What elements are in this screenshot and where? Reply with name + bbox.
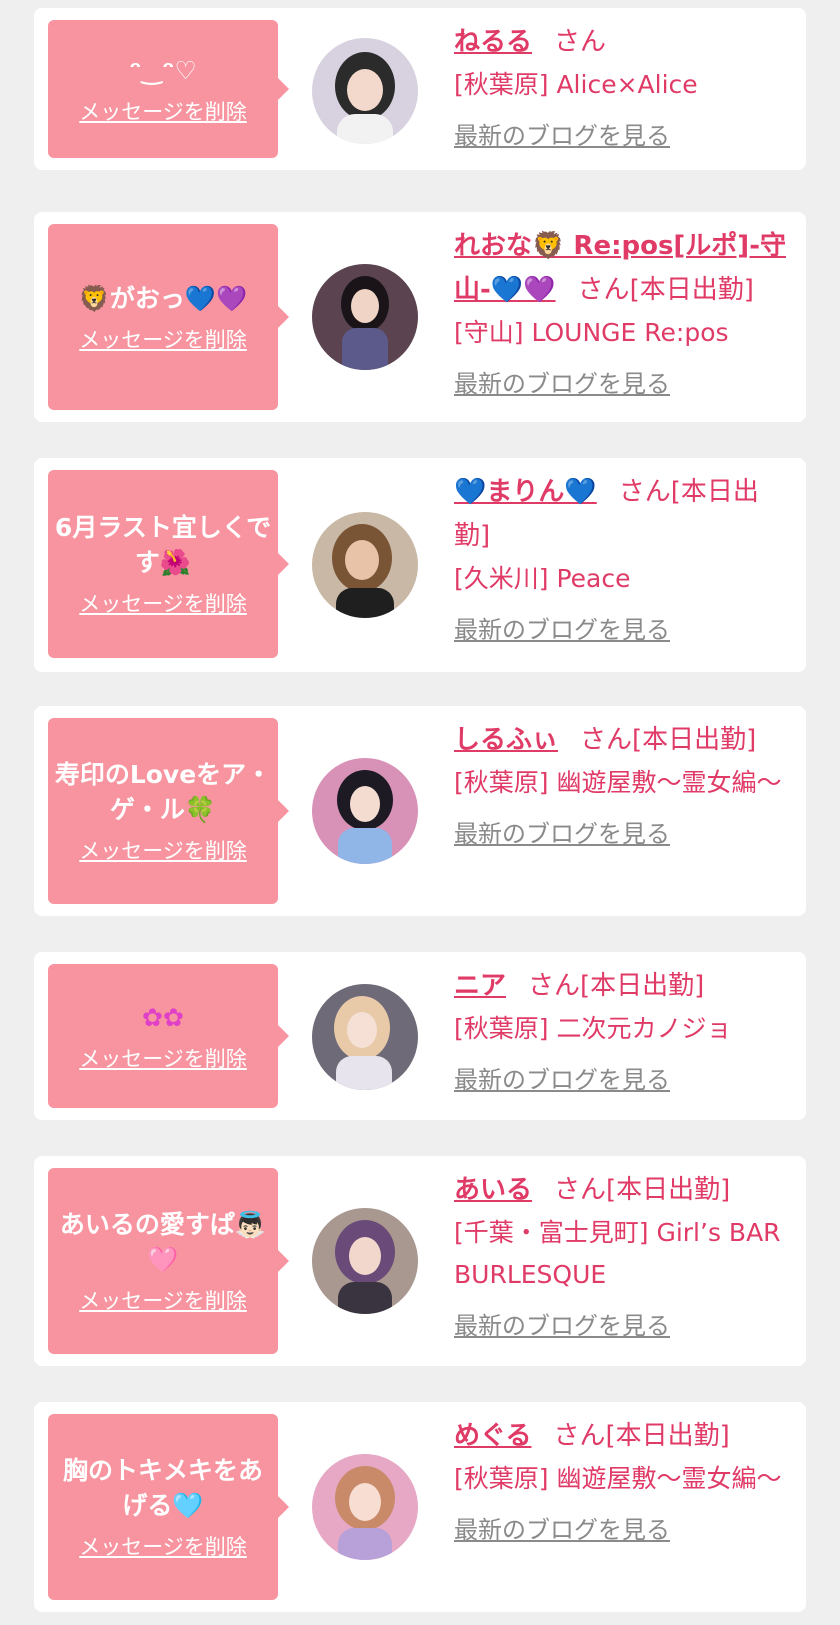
message-card: 6月ラスト宜しくです🌺 メッセージを削除 💙まりん💙 さん[本日出勤] [久米川]…: [34, 458, 806, 672]
delete-message-link[interactable]: メッセージを削除: [79, 835, 247, 865]
message-text: 6月ラスト宜しくです🌺: [54, 513, 272, 577]
message-text: ✿✿: [142, 1002, 184, 1032]
cast-name-link[interactable]: ねるる: [454, 27, 532, 57]
cast-name-link[interactable]: 💙まりん💙: [454, 477, 597, 507]
view-blog-link[interactable]: 最新のブログを見る: [454, 1060, 794, 1100]
cast-info: れおな🦁 Re:pos[ルポ]-守山-💙💜 さん[本日出勤] [守山] LOUNG…: [454, 224, 794, 404]
message-card: 🦁がおっ💙💜 メッセージを削除 れおな🦁 Re:pos[ルポ]-守山-💙💜 さん[…: [34, 212, 806, 422]
avatar[interactable]: [312, 758, 418, 864]
view-blog-link[interactable]: 最新のブログを見る: [454, 610, 794, 650]
honorific: さん: [554, 27, 607, 57]
shop-name: [久米川] Peace: [454, 564, 631, 593]
status-badge: [本日出勤]: [629, 275, 754, 305]
cast-name-link[interactable]: めぐる: [454, 1421, 531, 1451]
message-bubble: ✿✿ メッセージを削除: [48, 964, 289, 1108]
honorific: さん: [528, 971, 581, 1001]
delete-message-link[interactable]: メッセージを削除: [79, 1043, 247, 1073]
honorific: さん: [580, 725, 633, 755]
avatar[interactable]: [312, 512, 418, 618]
view-blog-link[interactable]: 最新のブログを見る: [454, 116, 794, 156]
avatar[interactable]: [312, 984, 418, 1090]
delete-message-link[interactable]: メッセージを削除: [79, 1531, 247, 1561]
message-bubble: あいるの愛すぱ👼🏻🩷 メッセージを削除: [48, 1168, 289, 1354]
avatar[interactable]: [312, 1454, 418, 1560]
shop-name: [秋葉原] 幽遊屋敷～霊女編～: [454, 1464, 782, 1493]
message-text: 🦁がおっ💙💜: [78, 283, 248, 313]
message-text: 寿印のLoveをア・ゲ・ル🍀: [54, 760, 272, 824]
message-card: 胸のトキメキをあげる🩵 メッセージを削除 めぐる さん[本日出勤] [秋葉原] 幽…: [34, 1402, 806, 1612]
status-badge: [本日出勤]: [580, 971, 705, 1001]
message-text: 胸のトキメキをあげる🩵: [62, 1456, 263, 1520]
message-bubble: 胸のトキメキをあげる🩵 メッセージを削除: [48, 1414, 289, 1600]
cast-info: 💙まりん💙 さん[本日出勤] [久米川] Peace 最新のブログを見る: [454, 470, 794, 650]
cast-name-link[interactable]: ニア: [454, 971, 506, 1001]
shop-name: [千葉・富士見町] Girl’s BAR BURLESQUE: [454, 1218, 781, 1289]
cast-name-link[interactable]: あいる: [454, 1175, 532, 1205]
message-bubble: 寿印のLoveをア・ゲ・ル🍀 メッセージを削除: [48, 718, 289, 904]
cast-info: しるふぃ さん[本日出勤] [秋葉原] 幽遊屋敷～霊女編～ 最新のブログを見る: [454, 718, 794, 854]
avatar-image: [312, 984, 418, 1090]
message-bubble: ᵔ‿ᵔ♡ メッセージを削除: [48, 20, 289, 158]
cast-info: ニア さん[本日出勤] [秋葉原] 二次元カノジョ 最新のブログを見る: [454, 964, 794, 1100]
cast-name-link[interactable]: しるふぃ: [454, 725, 558, 755]
shop-name: [秋葉原] 二次元カノジョ: [454, 1014, 732, 1043]
honorific: さん: [553, 1421, 606, 1451]
message-text: ᵔ‿ᵔ♡: [129, 55, 197, 85]
status-badge: [本日出勤]: [606, 1175, 731, 1205]
avatar[interactable]: [312, 38, 418, 144]
message-bubble: 🦁がおっ💙💜 メッセージを削除: [48, 224, 289, 410]
delete-message-link[interactable]: メッセージを削除: [79, 1285, 247, 1315]
avatar-image: [312, 1454, 418, 1560]
status-badge: [本日出勤]: [605, 1421, 730, 1451]
message-card: 寿印のLoveをア・ゲ・ル🍀 メッセージを削除 しるふぃ さん[本日出勤] [秋葉…: [34, 706, 806, 916]
honorific: さん: [554, 1175, 607, 1205]
delete-message-link[interactable]: メッセージを削除: [79, 96, 247, 126]
cast-info: ねるる さん [秋葉原] Alice×Alice 最新のブログを見る: [454, 20, 794, 156]
avatar-image: [312, 1208, 418, 1314]
cast-info: あいる さん[本日出勤] [千葉・富士見町] Girl’s BAR BURLESQ…: [454, 1168, 794, 1346]
cast-info: めぐる さん[本日出勤] [秋葉原] 幽遊屋敷～霊女編～ 最新のブログを見る: [454, 1414, 794, 1550]
status-badge: [本日出勤]: [632, 725, 757, 755]
avatar-image: [312, 512, 418, 618]
honorific: さん: [618, 477, 671, 507]
view-blog-link[interactable]: 最新のブログを見る: [454, 1306, 794, 1346]
avatar-image: [312, 758, 418, 864]
shop-name: [守山] LOUNGE Re:pos: [454, 318, 729, 347]
honorific: さん: [577, 275, 630, 305]
message-card: あいるの愛すぱ👼🏻🩷 メッセージを削除 あいる さん[本日出勤] [千葉・富士見町…: [34, 1156, 806, 1366]
avatar-image: [312, 38, 418, 144]
shop-name: [秋葉原] Alice×Alice: [454, 70, 698, 99]
delete-message-link[interactable]: メッセージを削除: [79, 588, 247, 618]
message-bubble: 6月ラスト宜しくです🌺 メッセージを削除: [48, 470, 289, 658]
view-blog-link[interactable]: 最新のブログを見る: [454, 1510, 794, 1550]
avatar[interactable]: [312, 264, 418, 370]
avatar-image: [312, 264, 418, 370]
delete-message-link[interactable]: メッセージを削除: [79, 324, 247, 354]
view-blog-link[interactable]: 最新のブログを見る: [454, 364, 794, 404]
message-card: ✿✿ メッセージを削除 ニア さん[本日出勤] [秋葉原] 二次元カノジョ 最新の…: [34, 952, 806, 1120]
avatar[interactable]: [312, 1208, 418, 1314]
view-blog-link[interactable]: 最新のブログを見る: [454, 814, 794, 854]
message-card: ᵔ‿ᵔ♡ メッセージを削除 ねるる さん [秋葉原] Alice×Alice 最新…: [34, 8, 806, 170]
message-text: あいるの愛すぱ👼🏻🩷: [59, 1210, 267, 1274]
shop-name: [秋葉原] 幽遊屋敷～霊女編～: [454, 768, 782, 797]
